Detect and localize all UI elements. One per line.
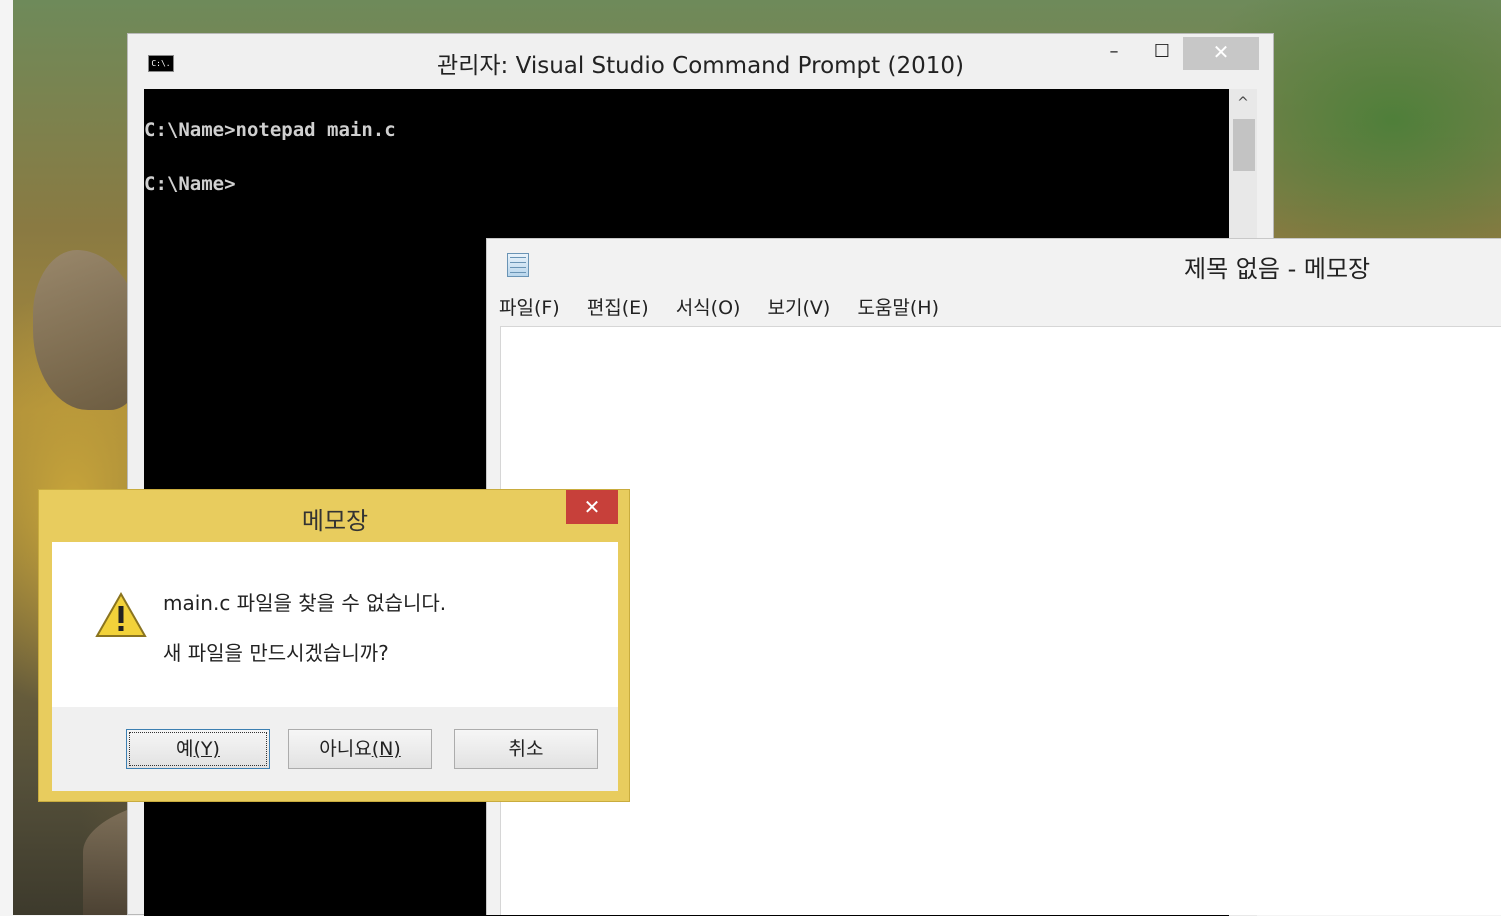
scrollbar-thumb[interactable] [1233, 119, 1255, 171]
scroll-up-arrow-icon[interactable]: ^ [1229, 95, 1257, 111]
dialog-title: 메모장 [301, 507, 369, 535]
minimize-button[interactable]: – [1098, 37, 1130, 70]
notepad-icon[interactable] [507, 253, 529, 277]
warning-triangle-icon [95, 592, 147, 637]
dialog-close-button[interactable]: ✕ [566, 490, 618, 524]
close-button[interactable]: ✕ [1183, 37, 1259, 70]
dialog-message: main.c 파일을 찾을 수 없습니다. [163, 591, 447, 615]
message-dialog[interactable]: 메모장 ✕ main.c 파일을 찾을 수 없습니다. 새 파일을 만드시겠습니… [38, 489, 630, 802]
yes-button-accelerator: (Y) [193, 738, 220, 760]
menu-format[interactable]: 서식(O) [676, 295, 741, 321]
dialog-question: 새 파일을 만드시겠습니까? [163, 641, 389, 665]
command-prompt-titlebar[interactable]: C:\. 관리자: Visual Studio Command Prompt (… [128, 34, 1273, 89]
menu-help[interactable]: 도움말(H) [857, 295, 939, 321]
console-line: C:\Name>notepad main.c [144, 119, 396, 141]
dialog-button-bar: 예(Y) 아니요(N) 취소 [52, 707, 618, 791]
no-button-accelerator: (N) [371, 738, 401, 760]
cancel-button[interactable]: 취소 [454, 729, 598, 769]
yes-button-label: 예 [176, 738, 194, 760]
dialog-body: main.c 파일을 찾을 수 없습니다. 새 파일을 만드시겠습니까? [52, 542, 618, 707]
notepad-window[interactable]: 제목 없음 - 메모장 파일(F) 편집(E) 서식(O) 보기(V) 도움말(… [486, 238, 1501, 915]
menu-edit[interactable]: 편집(E) [587, 295, 649, 321]
menu-view[interactable]: 보기(V) [768, 295, 831, 321]
no-button-label: 아니요 [319, 738, 372, 760]
yes-button[interactable]: 예(Y) [126, 729, 270, 769]
menu-file[interactable]: 파일(F) [499, 295, 560, 321]
text-editor-area[interactable] [500, 326, 1501, 915]
no-button[interactable]: 아니요(N) [288, 729, 432, 769]
maximize-button[interactable]: ☐ [1146, 37, 1178, 70]
window-title: 제목 없음 - 메모장 [1184, 255, 1371, 283]
console-prompt-line: C:\Name> [144, 173, 236, 195]
menu-bar: 파일(F) 편집(E) 서식(O) 보기(V) 도움말(H) [499, 295, 961, 325]
